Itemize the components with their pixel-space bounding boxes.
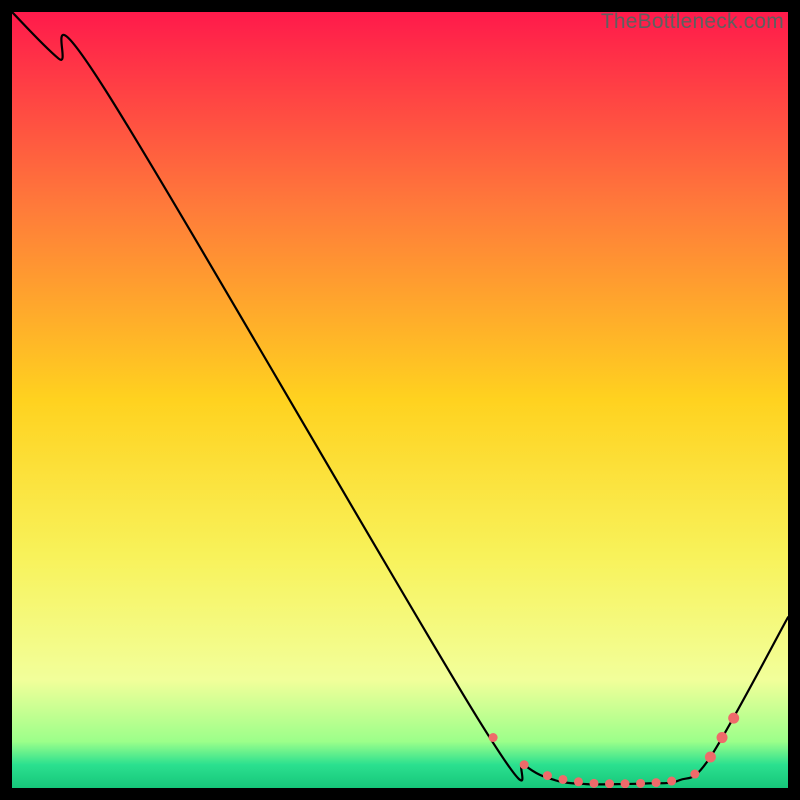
highlight-point [652,778,661,787]
highlight-point [574,777,583,786]
highlight-point [728,713,739,724]
highlight-point [636,779,645,788]
chart-frame: TheBottleneck.com [12,12,788,788]
highlight-point [605,779,614,788]
highlight-point [690,770,699,779]
watermark-label: TheBottleneck.com [601,10,784,34]
highlight-point [590,779,599,788]
highlight-point [543,771,552,780]
highlight-point [489,733,498,742]
highlight-point [705,751,716,762]
highlight-point [667,777,676,786]
bottleneck-chart [12,12,788,788]
highlight-point [558,775,567,784]
highlight-point [621,779,630,788]
highlight-point [717,732,728,743]
highlight-point [520,760,529,769]
